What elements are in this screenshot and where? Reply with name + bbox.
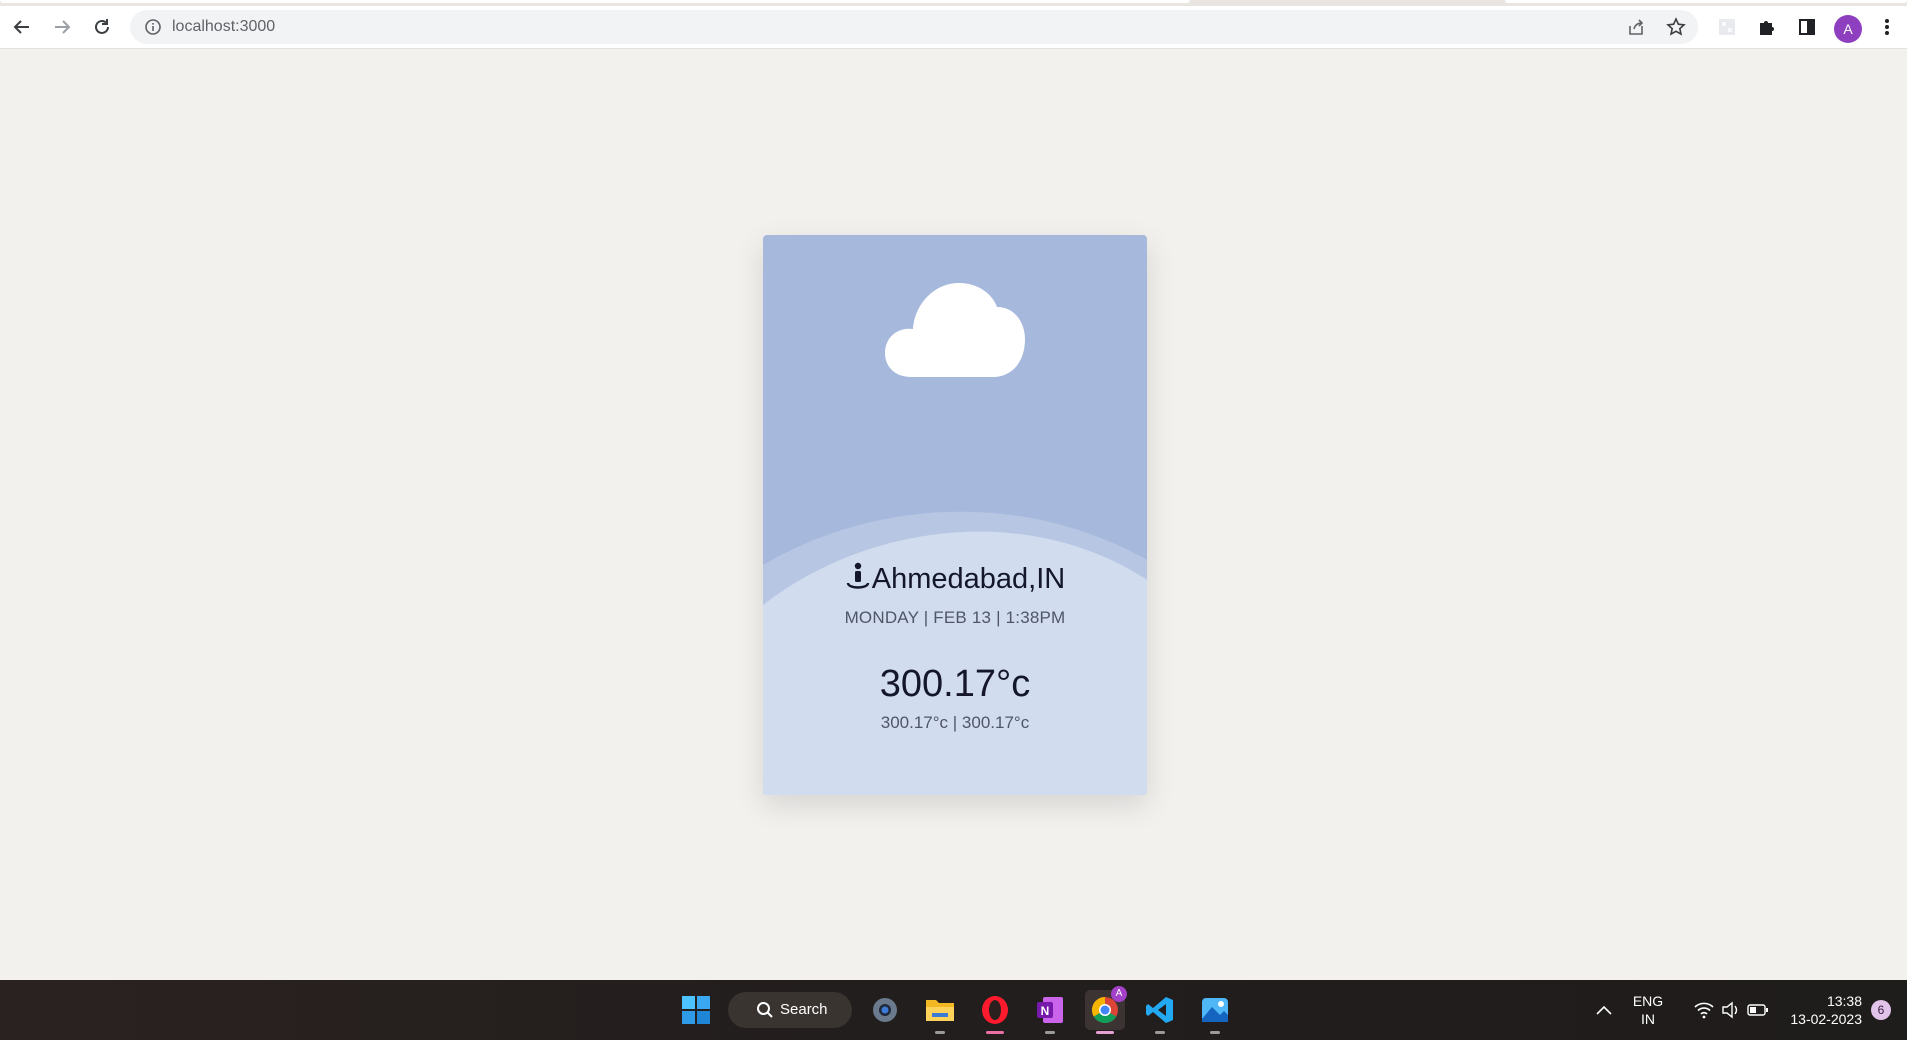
weather-card: Ahmedabad,IN MONDAY | FEB 13 | 1:38PM 30… — [763, 235, 1147, 795]
location-text: Ahmedabad,IN — [871, 563, 1066, 595]
side-panel-icon — [1799, 19, 1815, 35]
show-hidden-icons-button[interactable] — [1584, 990, 1624, 1030]
menu-icon — [1885, 19, 1889, 35]
notification-badge[interactable]: 6 — [1871, 1000, 1891, 1020]
file-explorer-icon — [926, 1000, 954, 1021]
clock[interactable]: 13:38 13-02-2023 — [1780, 992, 1862, 1028]
extension-icon — [1719, 19, 1735, 35]
quick-settings-button[interactable] — [1686, 990, 1776, 1030]
windows-start-icon — [682, 996, 710, 1024]
running-indicator — [986, 1031, 1004, 1034]
start-button[interactable] — [676, 990, 716, 1030]
taskbar-chrome[interactable]: A — [1085, 986, 1127, 1034]
bookmark-button[interactable] — [1664, 15, 1688, 39]
extension-button[interactable] — [1713, 13, 1741, 41]
running-indicator — [1096, 1031, 1114, 1034]
clock-time: 13:38 — [1826, 993, 1862, 1009]
taskbar-opera[interactable] — [975, 990, 1015, 1034]
cloud-icon — [885, 283, 1025, 377]
star-icon — [1666, 17, 1686, 36]
settings-icon — [873, 998, 897, 1022]
running-indicator — [1210, 1031, 1220, 1034]
browser-menu-button[interactable] — [1873, 13, 1901, 41]
reload-button[interactable] — [87, 12, 117, 42]
address-bar[interactable]: localhost:3000 — [130, 10, 1698, 44]
chevron-up-icon — [1596, 1005, 1612, 1015]
temperature-text: 300.17°c — [879, 663, 1031, 705]
active-tab-edge — [0, 0, 1190, 3]
taskbar-onenote[interactable]: N — [1030, 990, 1070, 1034]
taskbar-vscode[interactable] — [1140, 990, 1180, 1034]
chrome-profile-badge: A — [1111, 986, 1127, 1002]
profile-avatar[interactable]: A — [1834, 15, 1862, 43]
search-label: Search — [780, 1001, 828, 1018]
opera-icon — [982, 996, 1008, 1024]
running-indicator — [1045, 1031, 1055, 1034]
running-indicator — [935, 1031, 945, 1034]
taskbar-search[interactable]: Search — [728, 992, 852, 1028]
share-icon — [1629, 19, 1644, 35]
forward-button[interactable] — [47, 12, 77, 42]
share-button[interactable] — [1624, 15, 1648, 39]
location-heading: Ahmedabad,IN — [763, 562, 1147, 598]
photos-icon — [1202, 998, 1228, 1022]
min-max-temperature: 300.17°c | 300.17°c — [880, 713, 1030, 732]
location-pin-icon — [845, 562, 871, 598]
language-indicator[interactable]: ENG IN — [1624, 992, 1672, 1028]
taskbar-photos[interactable] — [1195, 990, 1235, 1034]
forward-icon — [55, 20, 71, 34]
taskbar-file-explorer[interactable] — [920, 990, 960, 1034]
inactive-tab-edge — [1505, 0, 1907, 3]
info-icon[interactable] — [144, 18, 162, 36]
extensions-menu-button[interactable] — [1753, 13, 1781, 41]
taskbar-settings[interactable] — [865, 990, 905, 1030]
url-text[interactable]: localhost:3000 — [172, 10, 275, 44]
browser-toolbar: localhost:3000 A — [0, 6, 1907, 49]
back-button[interactable] — [7, 12, 37, 42]
side-panel-button[interactable] — [1793, 13, 1821, 41]
onenote-icon: N — [1037, 997, 1063, 1023]
volume-icon — [1722, 1001, 1738, 1019]
reload-icon — [95, 19, 109, 34]
clock-date: 13-02-2023 — [1790, 1011, 1862, 1027]
search-icon — [757, 1002, 773, 1018]
language-line-1: ENG — [1632, 993, 1664, 1009]
battery-icon — [1747, 1004, 1768, 1016]
vscode-icon — [1146, 997, 1173, 1023]
svg-text:N: N — [1041, 1004, 1050, 1018]
date-time-text: MONDAY | FEB 13 | 1:38PM — [844, 608, 1066, 627]
language-line-2: IN — [1641, 1011, 1655, 1027]
back-icon — [13, 20, 29, 34]
running-indicator — [1155, 1031, 1165, 1034]
wifi-icon — [1694, 1002, 1714, 1019]
puzzle-icon — [1760, 21, 1774, 35]
